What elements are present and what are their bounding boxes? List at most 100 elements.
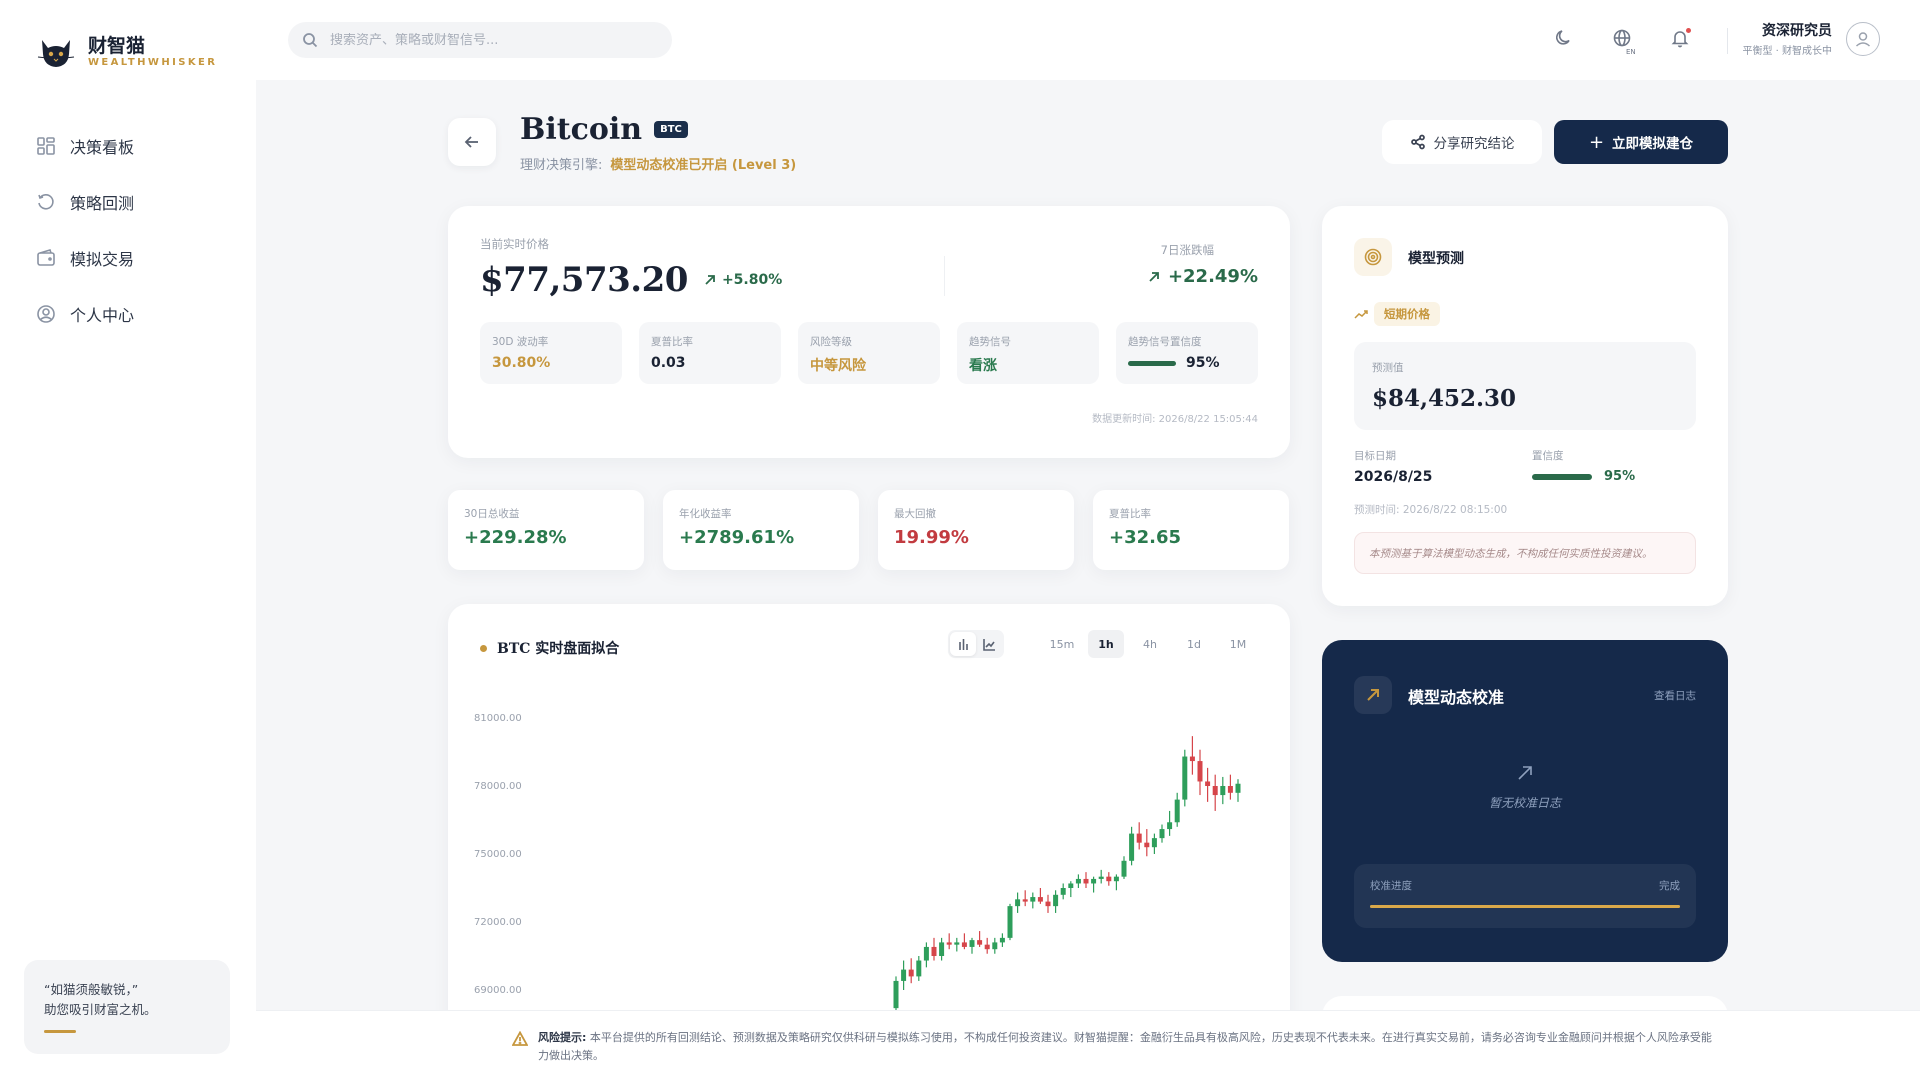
risk-label: 风险提示: [538,1031,587,1044]
candle[interactable] [1091,876,1097,893]
engine-status: 理财决策引擎: 模型动态校准已开启 (Level 3) [520,154,796,173]
asset-header: Bitcoin BTC [520,112,688,147]
candle[interactable] [1045,894,1051,913]
price-change: +5.80% [721,272,783,288]
candle-body [1106,876,1112,882]
calibration-title: 模型动态校准 [1408,688,1505,707]
candle[interactable] [961,933,967,950]
history-icon [38,194,54,210]
candle[interactable] [1167,810,1173,836]
candle[interactable] [1022,890,1028,907]
quote-line: 助您吸引财富之机。 [44,1002,157,1017]
candle[interactable] [1136,822,1142,850]
candle[interactable] [901,960,907,990]
notification-dot [1686,28,1691,33]
calibration-empty-state: 暂无校准日志 [1322,764,1728,811]
candle[interactable] [1205,767,1211,802]
metric-label: 夏普比率 [651,336,693,348]
candle[interactable] [1189,736,1195,775]
sidebar-item-dashboard[interactable]: 决策看板 [36,118,134,174]
arrow-up-right-icon [1518,766,1532,780]
candle[interactable] [999,933,1005,947]
calibration-empty-text: 暂无校准日志 [1488,796,1561,810]
candle[interactable] [1113,874,1119,891]
language-toggle[interactable]: EN [1612,28,1638,56]
candle[interactable] [1174,792,1180,827]
moon-icon [1556,30,1570,45]
candlestick-chart[interactable]: 81000.00 78000.00 75000.00 72000.00 69000.00 [448,684,1290,1024]
sidebar-item-sim-trade[interactable]: 模拟交易 [36,230,134,286]
interval-15m[interactable]: 15m [1044,630,1080,658]
candle[interactable] [984,937,990,954]
candle[interactable] [1083,872,1089,888]
current-price: $77,573.20 [480,260,688,300]
metric-trend-confidence: 趋势信号置信度 95% [1116,322,1258,384]
search-box[interactable] [288,22,672,58]
candle[interactable] [954,937,960,952]
candle-body [1045,901,1051,907]
plus-icon: + [1588,131,1605,153]
candle[interactable] [1151,833,1157,854]
candle[interactable] [908,958,914,984]
candle[interactable] [931,937,937,961]
candle[interactable] [1121,856,1127,879]
logo[interactable]: 财智猫 WEALTHWHISKER [36,32,217,72]
candle-body [1121,860,1127,877]
interval-4h[interactable]: 4h [1132,630,1168,658]
page-title: Bitcoin [520,112,643,147]
candle[interactable] [1037,888,1043,904]
sidebar-item-backtest[interactable]: 策略回测 [36,174,134,230]
candle[interactable] [1007,903,1013,941]
candle[interactable] [1106,872,1112,886]
week-change-value: +22.49% [1167,266,1258,287]
candle[interactable] [969,937,975,954]
candle-body [961,942,967,947]
candle[interactable] [1098,869,1104,884]
search-input[interactable] [330,32,650,48]
candle[interactable] [939,937,945,961]
sidebar-item-profile[interactable]: 个人中心 [36,286,134,342]
candle[interactable] [1197,749,1203,796]
metric-label: 趋势信号置信度 [1128,336,1202,348]
candle-body [893,980,899,1009]
candle[interactable] [1060,883,1066,900]
user-menu[interactable]: 资深研究员 平衡型 · 财智成长中 [1742,20,1880,57]
back-button[interactable] [448,118,496,166]
candlestick-view-button[interactable] [950,632,976,656]
interval-1h[interactable]: 1h [1088,630,1124,658]
candle[interactable] [1144,829,1150,857]
candle[interactable] [916,956,922,981]
candle[interactable] [1030,892,1036,909]
interval-1M[interactable]: 1M [1220,630,1256,658]
share-button[interactable]: 分享研究结论 [1382,120,1542,164]
candle[interactable] [1015,892,1021,913]
candle[interactable] [1212,774,1218,811]
candle-body [923,946,929,961]
candle[interactable] [1235,779,1241,802]
candle[interactable] [992,937,998,954]
candle[interactable] [1075,874,1081,888]
avatar[interactable] [1846,21,1880,56]
candle[interactable] [1068,881,1074,898]
candle[interactable] [1053,890,1059,913]
candle[interactable] [1129,826,1135,866]
sidebar-item-label: 模拟交易 [70,250,135,269]
dark-mode-toggle[interactable] [1554,28,1580,54]
user-subtitle: 平衡型 · 财智成长中 [1742,46,1832,57]
view-log-link[interactable]: 查看日志 [1654,688,1696,703]
chart-type-toggle [948,630,1004,658]
candle[interactable] [1220,776,1226,805]
candle[interactable] [1182,749,1188,807]
candle[interactable] [923,942,929,968]
candle[interactable] [977,931,983,947]
notifications-button[interactable] [1670,28,1696,54]
price-card: 当前实时价格 $77,573.20 +5.80% 7日涨跌幅 +22.49% 3… [448,206,1290,458]
interval-1d[interactable]: 1d [1176,630,1212,658]
simulate-position-button[interactable]: + 立即模拟建仓 [1554,120,1728,164]
candle[interactable] [1227,774,1233,800]
candle[interactable] [946,933,952,950]
line-view-button[interactable] [976,632,1002,656]
forecast-tag-label: 短期价格 [1374,302,1440,326]
candle-body [1098,876,1104,879]
candle[interactable] [1159,824,1165,843]
